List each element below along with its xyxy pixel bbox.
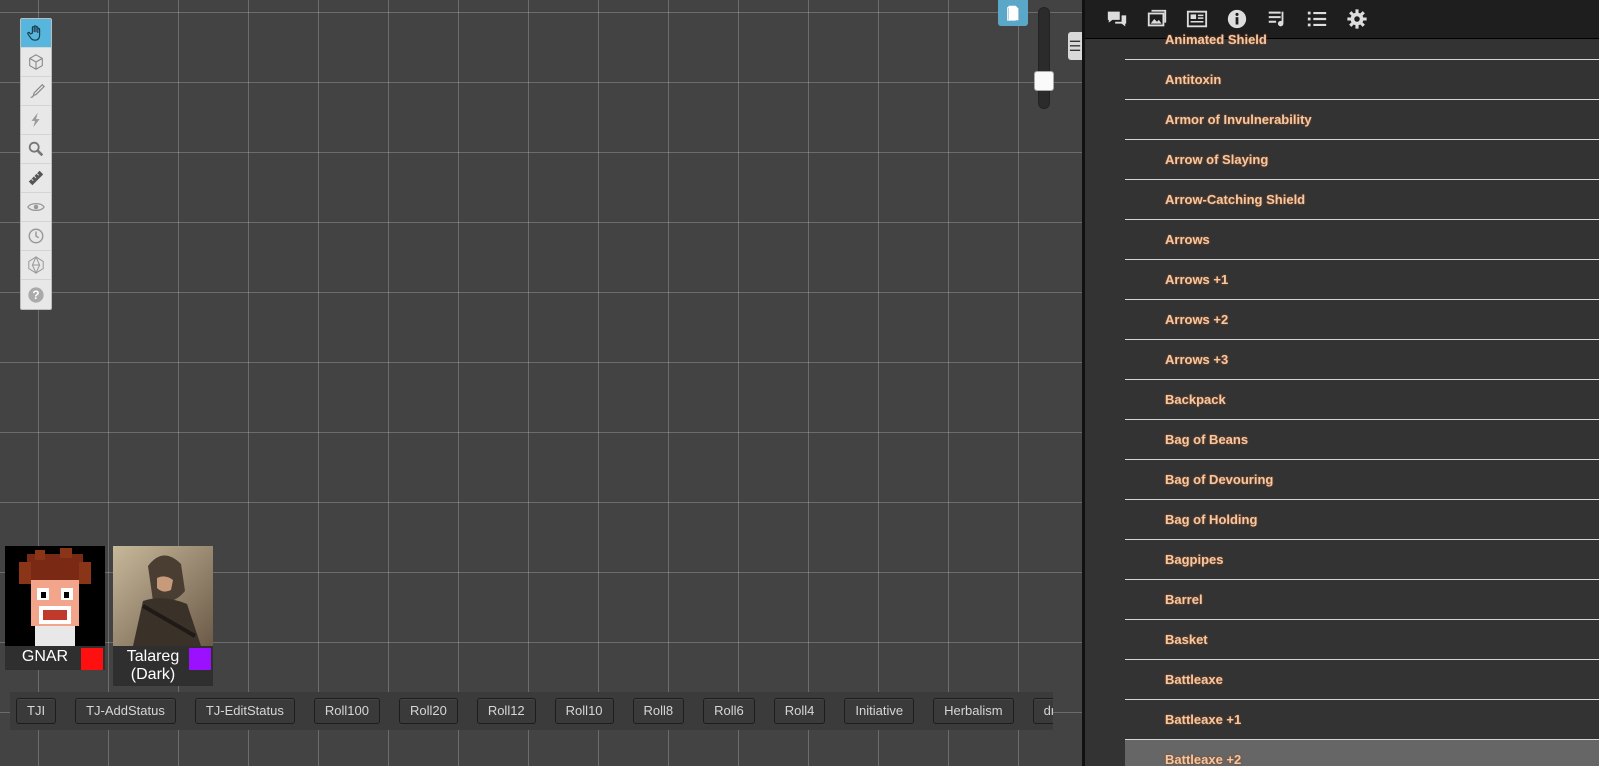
list-item[interactable]: Bag of Holding (1125, 500, 1599, 540)
macro-button[interactable]: Herbalism (933, 698, 1014, 724)
macro-button[interactable]: TJI (16, 698, 57, 724)
list-item[interactable]: Arrows +1 (1125, 260, 1599, 300)
fog-eye-icon[interactable] (21, 193, 51, 222)
talareg-portrait (113, 546, 213, 646)
token-name: Talareg (Dark) (113, 646, 213, 686)
token-talareg[interactable]: Talareg (Dark) (113, 546, 213, 686)
list-item[interactable]: Arrows +2 (1125, 300, 1599, 340)
macro-button[interactable]: Initiative (844, 698, 915, 724)
list-item[interactable]: Arrows (1125, 220, 1599, 260)
list-item[interactable]: Backpack (1125, 380, 1599, 420)
list-item[interactable]: Arrows +3 (1125, 340, 1599, 380)
list-item[interactable]: Bag of Beans (1125, 420, 1599, 460)
measure-ruler-icon[interactable] (21, 164, 51, 193)
list-item[interactable]: Basket (1125, 620, 1599, 660)
list-item-selected[interactable]: Battleaxe +2 (1125, 740, 1599, 766)
map-canvas[interactable]: ? ☰ GNAR Talareg (Dark) TJI TJ-AddStatus… (0, 0, 1082, 766)
token-name: GNAR (5, 646, 105, 670)
list-item[interactable]: Battleaxe +1 (1125, 700, 1599, 740)
list-item[interactable]: Arrow of Slaying (1125, 140, 1599, 180)
macro-button[interactable]: Roll12 (476, 698, 536, 724)
svg-text:?: ? (32, 289, 39, 302)
list-item[interactable]: Antitoxin (1125, 60, 1599, 100)
draw-brush-icon[interactable] (21, 77, 51, 106)
page-toolbar-icon[interactable] (998, 0, 1028, 26)
macro-button[interactable]: Roll10 (554, 698, 614, 724)
macro-button[interactable]: TJ-EditStatus (194, 698, 295, 724)
list-item[interactable]: Battleaxe (1125, 660, 1599, 700)
list-item[interactable]: Animated Shield (1125, 20, 1599, 60)
token-color-swatch (189, 648, 211, 670)
help-icon[interactable]: ? (21, 280, 51, 309)
macro-button[interactable]: Roll6 (703, 698, 755, 724)
macro-quickbar: TJI TJ-AddStatus TJ-EditStatus Roll100 R… (10, 692, 1053, 730)
macro-button[interactable]: Roll8 (632, 698, 685, 724)
compendium-item-list: Animated Shield Antitoxin Armor of Invul… (1085, 20, 1599, 766)
right-sidebar: Animated Shield Antitoxin Armor of Invul… (1085, 0, 1599, 766)
macro-button[interactable]: Roll20 (398, 698, 458, 724)
pan-hand-icon[interactable] (21, 19, 51, 48)
macro-button[interactable]: Roll4 (773, 698, 826, 724)
zoom-slider-handle[interactable] (1034, 71, 1054, 91)
list-item[interactable]: Arrow-Catching Shield (1125, 180, 1599, 220)
token-color-swatch (81, 648, 103, 670)
list-item[interactable]: Armor of Invulnerability (1125, 100, 1599, 140)
layers-cube-icon[interactable] (21, 48, 51, 77)
list-item[interactable]: Bagpipes (1125, 540, 1599, 580)
fx-lightning-icon[interactable] (21, 106, 51, 135)
zoom-slider-track[interactable] (1038, 7, 1050, 109)
token-gnar[interactable]: GNAR (5, 546, 105, 670)
zoom-magnifier-icon[interactable] (21, 135, 51, 164)
gnar-portrait (5, 546, 105, 646)
tool-palette: ? (20, 18, 52, 310)
turn-clock-icon[interactable] (21, 222, 51, 251)
list-item[interactable]: Bag of Devouring (1125, 460, 1599, 500)
macro-button[interactable]: Roll100 (313, 698, 380, 724)
macro-button[interactable]: dr (1032, 698, 1053, 724)
macro-button[interactable]: TJ-AddStatus (75, 698, 176, 724)
list-item[interactable]: Barrel (1125, 580, 1599, 620)
dice-icon[interactable] (21, 251, 51, 280)
sidebar-toggle-icon[interactable]: ☰ (1068, 32, 1082, 60)
